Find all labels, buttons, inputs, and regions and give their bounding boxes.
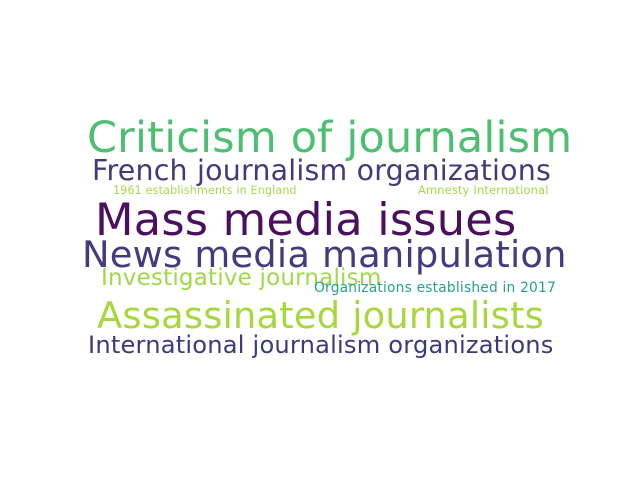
word-french-journalism-organizations: French journalism organizations [92,154,551,188]
word-cloud: Criticism of journalism French journalis… [0,0,640,480]
word-assassinated-journalists: Assassinated journalists [97,293,545,337]
word-international-journalism-organizations: International journalism organizations [88,331,554,360]
word-criticism-of-journalism: Criticism of journalism [87,112,573,163]
